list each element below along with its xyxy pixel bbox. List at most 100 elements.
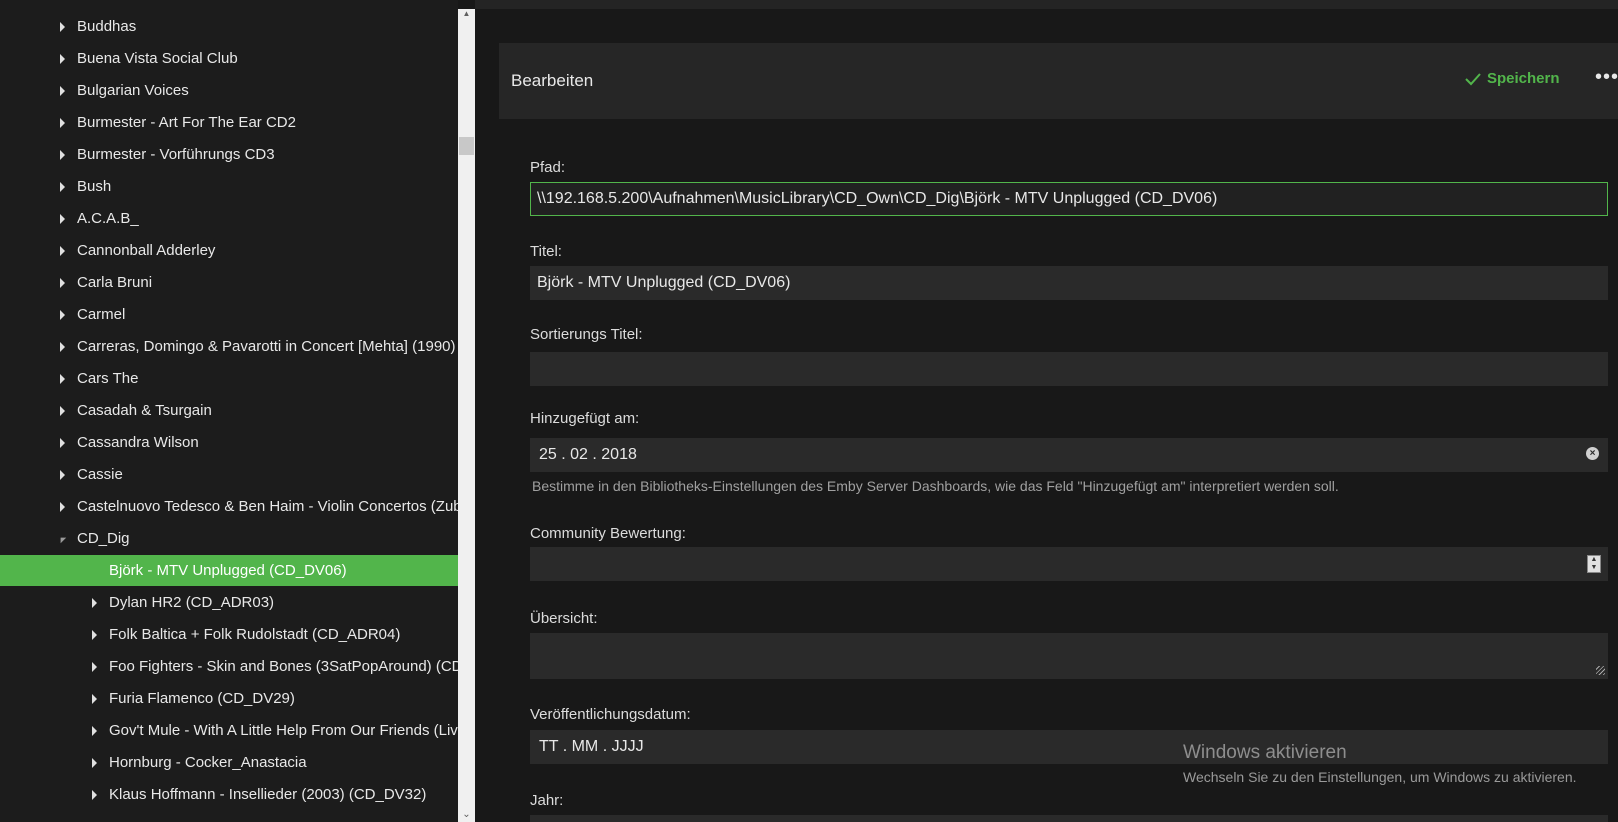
tree-item-label: Cannonball Adderley <box>77 242 216 259</box>
tree-child-item[interactable]: Dylan HR2 (CD_ADR03) <box>0 587 458 618</box>
tree-child-item[interactable]: Björk - MTV Unplugged (CD_DV06) <box>0 555 458 586</box>
expand-arrow-icon[interactable] <box>56 341 68 353</box>
date-added-input[interactable]: 25 . 02 . 2018 <box>530 438 1608 472</box>
tree-item[interactable]: Buena Vista Social Club <box>0 43 458 74</box>
expand-arrow-icon[interactable] <box>56 309 68 321</box>
tree-item-label: Casadah & Tsurgain <box>77 402 212 419</box>
expanded-arrow-icon[interactable] <box>56 533 68 545</box>
tree-item-label: Cassie <box>77 466 123 483</box>
clear-date-icon[interactable]: × <box>1586 447 1599 460</box>
tree-item[interactable]: Buddhas <box>0 11 458 42</box>
expand-arrow-icon[interactable] <box>56 21 68 33</box>
expand-arrow-icon[interactable] <box>56 469 68 481</box>
tree-item-label: Cars The <box>77 370 139 387</box>
resize-handle-icon[interactable] <box>1596 666 1605 675</box>
tree-child-item[interactable]: Furia Flamenco (CD_DV29) <box>0 683 458 714</box>
tree-item[interactable]: Carreras, Domingo & Pavarotti in Concert… <box>0 331 458 362</box>
community-rating-label: Community Bewertung: <box>530 525 686 542</box>
tree-child-item[interactable]: Klaus Hoffmann - Insellieder (2003) (CD_… <box>0 779 458 810</box>
tree-item[interactable]: Castelnuovo Tedesco & Ben Haim - Violin … <box>0 491 458 522</box>
tree-item-label: Furia Flamenco (CD_DV29) <box>109 690 295 707</box>
tree-item-label: A.C.A.B_ <box>77 210 139 227</box>
date-added-hint: Bestimme in den Bibliotheks-Einstellunge… <box>532 478 1339 494</box>
tree-item[interactable]: Casadah & Tsurgain <box>0 395 458 426</box>
tree-child-item[interactable]: Hornburg - Cocker_Anastacia <box>0 747 458 778</box>
sort-title-label: Sortierungs Titel: <box>530 326 643 343</box>
tree-item-label: Burmester - Vorführungs CD3 <box>77 146 275 163</box>
title-label: Titel: <box>530 243 562 260</box>
expand-arrow-icon[interactable] <box>56 245 68 257</box>
expand-arrow-icon[interactable] <box>56 213 68 225</box>
tree-item-label: Hornburg - Cocker_Anastacia <box>109 754 307 771</box>
scroll-down-icon[interactable]: ⌄ <box>458 808 475 822</box>
date-added-label: Hinzugefügt am: <box>530 410 640 427</box>
path-input[interactable] <box>530 182 1608 216</box>
path-label: Pfad: <box>530 159 566 176</box>
edit-header: Bearbeiten Speichern ••• <box>499 43 1618 119</box>
tree-item-label: Cassandra Wilson <box>77 434 199 451</box>
scroll-up-icon[interactable]: ▲ <box>458 9 475 19</box>
expand-arrow-icon[interactable] <box>56 373 68 385</box>
overview-textarea[interactable] <box>530 633 1608 679</box>
expand-arrow-icon[interactable] <box>56 277 68 289</box>
tree-item[interactable]: Burmester - Art For The Ear CD2 <box>0 107 458 138</box>
stepper-up-icon[interactable]: ▲ <box>1588 556 1600 564</box>
tree-item[interactable]: CD_Dig <box>0 523 458 554</box>
expand-arrow-icon[interactable] <box>56 181 68 193</box>
tree-item[interactable]: Cannonball Adderley <box>0 235 458 266</box>
tree-item[interactable]: Cassandra Wilson <box>0 427 458 458</box>
expand-arrow-icon[interactable] <box>56 53 68 65</box>
tree-item[interactable]: Carla Bruni <box>0 267 458 298</box>
windows-activation-title: Windows aktivieren <box>1183 742 1347 763</box>
tree-item[interactable]: Bush <box>0 171 458 202</box>
expand-arrow-icon[interactable] <box>88 725 100 737</box>
tree-scrollbar[interactable]: ▲ ⌄ <box>458 9 475 822</box>
tree-item-label: Klaus Hoffmann - Insellieder (2003) (CD_… <box>109 786 427 803</box>
tree-item-label: Bulgarian Voices <box>77 82 189 99</box>
save-button[interactable]: Speichern <box>1465 70 1560 87</box>
expand-arrow-icon[interactable] <box>88 789 100 801</box>
expand-arrow-icon[interactable] <box>56 149 68 161</box>
tree-item-label: Carreras, Domingo & Pavarotti in Concert… <box>77 338 456 355</box>
tree-child-item[interactable]: Folk Baltica + Folk Rudolstadt (CD_ADR04… <box>0 619 458 650</box>
expand-arrow-icon[interactable] <box>56 437 68 449</box>
tree-item[interactable]: Cars The <box>0 363 458 394</box>
tree-item-label: Castelnuovo Tedesco & Ben Haim - Violin … <box>77 498 458 515</box>
tree-item[interactable]: A.C.A.B_ <box>0 203 458 234</box>
tree-child-item[interactable]: Gov't Mule - With A Little Help From Our… <box>0 715 458 746</box>
tree-item-label: Burmester - Art For The Ear CD2 <box>77 114 296 131</box>
scrollbar-thumb[interactable] <box>459 137 474 155</box>
rating-stepper[interactable]: ▲ ▼ <box>1587 555 1601 573</box>
expand-arrow-icon[interactable] <box>88 757 100 769</box>
stepper-down-icon[interactable]: ▼ <box>1588 564 1600 572</box>
tree-item-label: Foo Fighters - Skin and Bones (3SatPopAr… <box>109 658 458 675</box>
tree-item[interactable]: Burmester - Vorführungs CD3 <box>0 139 458 170</box>
expand-arrow-icon[interactable] <box>88 693 100 705</box>
year-input[interactable] <box>530 815 1608 822</box>
tree-item[interactable]: Carmel <box>0 299 458 330</box>
tree-item-label: Buddhas <box>77 18 137 35</box>
tree-item-label: Folk Baltica + Folk Rudolstadt (CD_ADR04… <box>109 626 401 643</box>
tree-item-label: Carmel <box>77 306 126 323</box>
expand-arrow-icon[interactable] <box>56 405 68 417</box>
top-bar <box>475 0 1618 9</box>
sort-title-input[interactable] <box>530 352 1608 386</box>
tree-child-item[interactable]: Foo Fighters - Skin and Bones (3SatPopAr… <box>0 651 458 682</box>
checkmark-icon <box>1465 72 1481 85</box>
tree-item-label: Björk - MTV Unplugged (CD_DV06) <box>109 562 347 579</box>
expand-arrow-icon[interactable] <box>56 501 68 513</box>
expand-arrow-icon[interactable] <box>88 597 100 609</box>
title-input[interactable] <box>530 266 1608 300</box>
expand-arrow-icon[interactable] <box>56 85 68 97</box>
tree-item[interactable]: Bulgarian Voices <box>0 75 458 106</box>
expand-arrow-icon[interactable] <box>88 629 100 641</box>
tree-item-label: Buena Vista Social Club <box>77 50 238 67</box>
expand-arrow-icon[interactable] <box>88 661 100 673</box>
tree-item[interactable]: Cassie <box>0 459 458 490</box>
release-date-label: Veröffentlichungsdatum: <box>530 706 691 723</box>
community-rating-input[interactable] <box>530 547 1608 581</box>
tree-item-label: Carla Bruni <box>77 274 153 291</box>
expand-arrow-icon[interactable] <box>56 117 68 129</box>
tree-item-label: Gov't Mule - With A Little Help From Our… <box>109 722 458 739</box>
more-options-button[interactable]: ••• <box>1595 67 1618 87</box>
